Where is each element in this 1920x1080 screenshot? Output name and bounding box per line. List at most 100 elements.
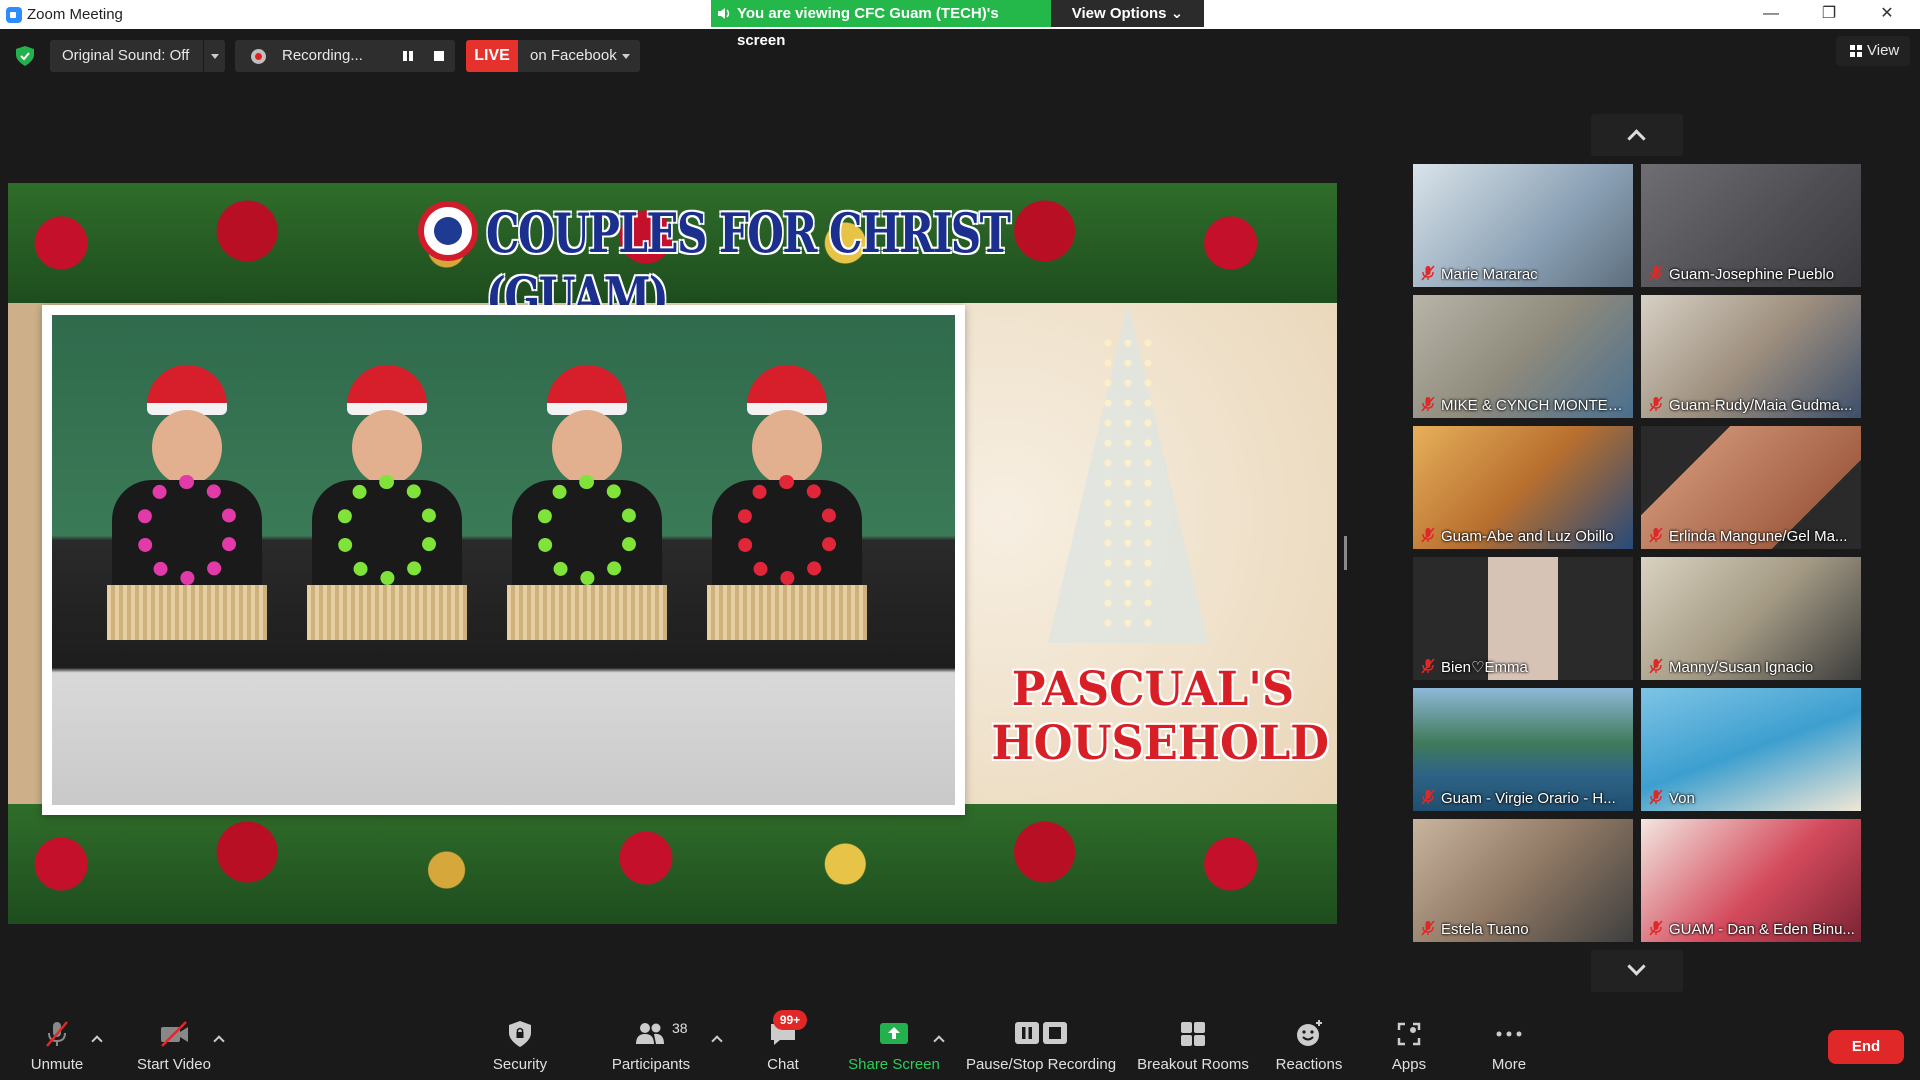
cfc-logo	[418, 201, 478, 261]
household-title: PASCUAL'S HOUSEHOLD	[991, 662, 1330, 771]
live-stream-target-button[interactable]: on Facebook	[518, 40, 640, 72]
security-shield-icon	[509, 1021, 531, 1047]
pause-recording-icon[interactable]	[400, 48, 416, 64]
view-button[interactable]: View	[1836, 36, 1910, 66]
participants-icon	[636, 1023, 664, 1044]
participant-name: MIKE & CYNCH MONTEN...	[1441, 397, 1627, 414]
muted-microphone-icon	[1649, 789, 1663, 805]
unmute-button[interactable]: Unmute	[24, 1018, 90, 1078]
speaker-icon	[718, 8, 730, 19]
household-line-2: HOUSEHOLD	[991, 716, 1330, 771]
chevron-down-icon	[622, 54, 630, 59]
breakout-rooms-icon	[1181, 1022, 1205, 1046]
participant-tile[interactable]: Bien♡Emma	[1413, 557, 1633, 680]
more-button[interactable]: More	[1482, 1018, 1536, 1078]
reactions-label: Reactions	[1275, 1056, 1343, 1073]
muted-microphone-icon	[1421, 789, 1435, 805]
chevron-down-icon	[1627, 957, 1646, 976]
end-meeting-button[interactable]: End	[1828, 1030, 1904, 1064]
participant-tile[interactable]: Guam - Virgie Orario - H...	[1413, 688, 1633, 811]
participants-options-caret[interactable]	[710, 1032, 724, 1046]
chevron-up-icon	[1627, 129, 1646, 148]
recording-dot-icon	[251, 49, 266, 64]
reactions-button[interactable]: Reactions	[1274, 1018, 1344, 1078]
more-dots-icon	[1496, 1031, 1522, 1037]
reactions-smiley-icon	[1297, 1020, 1322, 1046]
share-screen-label: Share Screen	[848, 1056, 940, 1073]
participant-name: Manny/Susan Ignacio	[1669, 659, 1814, 676]
encryption-shield-icon[interactable]	[16, 46, 34, 66]
participants-button[interactable]: 38 Participants	[608, 1018, 694, 1078]
panel-splitter[interactable]	[1344, 536, 1347, 570]
meeting-controls-bar: Unmute Start Video Security 38 Participa…	[0, 1000, 1920, 1080]
share-screen-icon	[880, 1023, 908, 1044]
live-badge: LIVE	[466, 40, 518, 72]
muted-microphone-icon	[1649, 527, 1663, 543]
performer	[292, 365, 472, 665]
participant-name: Marie Mararac	[1441, 266, 1538, 283]
window-title: Zoom Meeting	[27, 6, 123, 23]
apps-label: Apps	[1391, 1056, 1427, 1073]
participant-tile[interactable]: Guam-Josephine Pueblo	[1641, 164, 1861, 287]
original-sound-button[interactable]: Original Sound: Off	[50, 40, 225, 72]
restore-button[interactable]: ❐	[1801, 0, 1857, 29]
zoom-app-icon	[6, 7, 22, 23]
apps-icon	[1397, 1022, 1421, 1046]
participant-name: Von	[1669, 790, 1695, 807]
chat-button[interactable]: 99+ Chat	[759, 1010, 807, 1078]
participant-tile[interactable]: Marie Mararac	[1413, 164, 1633, 287]
participant-tile[interactable]: Manny/Susan Ignacio	[1641, 557, 1861, 680]
recording-label: Recording...	[282, 47, 363, 64]
participant-tile[interactable]: Von	[1641, 688, 1861, 811]
chat-label: Chat	[767, 1056, 799, 1073]
start-video-label: Start Video	[137, 1056, 211, 1073]
participant-name: Erlinda Mangune/Gel Ma...	[1669, 528, 1848, 545]
stop-recording-icon[interactable]	[431, 48, 447, 64]
pause-stop-recording-button[interactable]: Pause/Stop Recording	[964, 1018, 1118, 1078]
participant-tile[interactable]: GUAM - Dan & Eden Binu...	[1641, 819, 1861, 942]
breakout-rooms-label: Breakout Rooms	[1137, 1056, 1249, 1073]
breakout-rooms-button[interactable]: Breakout Rooms	[1136, 1018, 1250, 1078]
view-options-button[interactable]: View Options ⌄	[1051, 0, 1204, 27]
participants-label: Participants	[611, 1056, 691, 1073]
start-video-button[interactable]: Start Video	[134, 1018, 214, 1078]
participant-tile[interactable]: Erlinda Mangune/Gel Ma...	[1641, 426, 1861, 549]
participants-count: 38	[672, 1020, 688, 1036]
participant-tile[interactable]: MIKE & CYNCH MONTEN...	[1413, 295, 1633, 418]
share-banner-text: You are viewing CFC Guam (TECH)'s screen	[737, 5, 999, 49]
chevron-down-icon	[211, 54, 219, 59]
muted-microphone-icon	[1421, 265, 1435, 281]
muted-microphone-icon	[1649, 265, 1663, 281]
security-button[interactable]: Security	[490, 1018, 550, 1078]
original-sound-label: Original Sound: Off	[62, 47, 190, 64]
video-options-caret[interactable]	[212, 1032, 226, 1046]
security-label: Security	[492, 1056, 548, 1073]
share-screen-button[interactable]: Share Screen	[848, 1018, 940, 1078]
muted-microphone-icon	[1421, 396, 1435, 412]
share-options-caret[interactable]	[932, 1032, 946, 1046]
participant-tile[interactable]: Guam-Abe and Luz Obillo	[1413, 426, 1633, 549]
gallery-page-down-button[interactable]	[1591, 950, 1683, 992]
close-window-button[interactable]: ✕	[1859, 0, 1915, 29]
video-off-icon	[161, 1021, 188, 1047]
participant-tile[interactable]: Guam-Rudy/Maia Gudma...	[1641, 295, 1861, 418]
apps-button[interactable]: Apps	[1384, 1018, 1434, 1078]
audio-options-caret[interactable]	[90, 1032, 104, 1046]
live-target-label: on Facebook	[530, 47, 617, 64]
gallery-page-up-button[interactable]	[1591, 114, 1683, 156]
muted-microphone-icon	[1649, 920, 1663, 936]
household-line-1: PASCUAL'S	[1011, 662, 1295, 717]
grid-view-icon	[1850, 45, 1862, 57]
muted-microphone-icon	[1649, 658, 1663, 674]
minimize-button[interactable]: —	[1743, 0, 1799, 29]
muted-microphone-icon	[1421, 920, 1435, 936]
pause-stop-label: Pause/Stop Recording	[965, 1056, 1117, 1073]
original-sound-dropdown[interactable]	[203, 40, 225, 72]
performer	[692, 365, 872, 665]
participant-name: Estela Tuano	[1441, 921, 1529, 938]
view-label: View	[1867, 42, 1900, 59]
muted-microphone-icon	[1421, 658, 1435, 674]
participant-name: GUAM - Dan & Eden Binu...	[1669, 921, 1855, 938]
participant-tile[interactable]: Estela Tuano	[1413, 819, 1633, 942]
recording-indicator: Recording...	[235, 40, 455, 72]
